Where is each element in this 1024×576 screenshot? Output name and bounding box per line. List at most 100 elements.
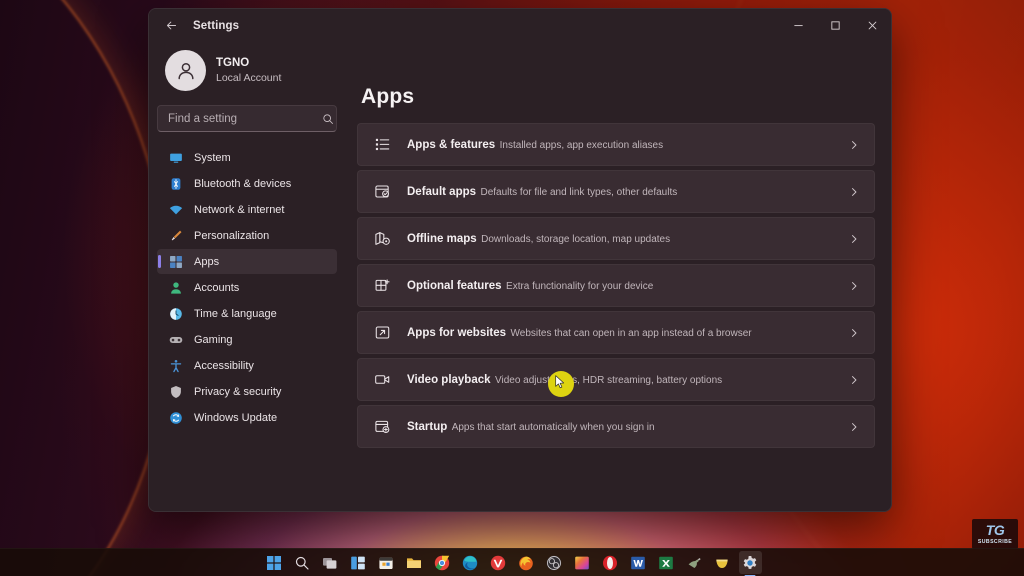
window-controls — [780, 9, 891, 42]
chevron-right-icon[interactable] — [848, 186, 860, 198]
paintbrush-icon — [169, 229, 183, 243]
settings-row-apps-features[interactable]: Apps & features Installed apps, app exec… — [357, 123, 875, 166]
monitor-icon — [169, 151, 183, 165]
video-camera-icon — [374, 371, 391, 388]
sidebar-item-bluetooth-devices[interactable]: Bluetooth & devices — [157, 171, 337, 196]
taskbar — [0, 548, 1024, 576]
sidebar-item-accessibility[interactable]: Accessibility — [157, 353, 337, 378]
sidebar-item-label: Network & internet — [194, 203, 285, 216]
obs-button[interactable] — [543, 551, 566, 574]
row-text: Apps & features Installed apps, app exec… — [407, 135, 832, 153]
sidebar-item-system[interactable]: System — [157, 145, 337, 170]
clock-globe-icon — [169, 307, 183, 321]
sidebar-item-windows-update[interactable]: Windows Update — [157, 405, 337, 430]
settings-row-video-playback[interactable]: Video playback Video adjustments, HDR st… — [357, 358, 875, 401]
window-link-icon — [374, 324, 391, 341]
task-view-icon — [323, 557, 337, 569]
word-button[interactable] — [627, 551, 650, 574]
sidebar-item-label: Windows Update — [194, 411, 278, 424]
row-subtitle: Downloads, storage location, map updates — [481, 234, 671, 246]
settings-row-offline-maps[interactable]: Offline maps Downloads, storage location… — [357, 217, 875, 260]
back-arrow-icon — [166, 21, 176, 30]
app-button-17[interactable] — [711, 551, 734, 574]
chevron-right-icon[interactable] — [848, 233, 860, 245]
sidebar-item-label: Apps — [194, 255, 220, 268]
update-arrows-icon — [169, 411, 183, 425]
settings-window: Settings TGNO Local Account Find a setti… — [148, 8, 892, 512]
search-taskbar-button[interactable] — [291, 551, 314, 574]
row-title: Startup — [407, 421, 448, 434]
sidebar-item-gaming[interactable]: Gaming — [157, 327, 337, 352]
mouse-pointer-icon — [555, 375, 565, 389]
minimize-button[interactable] — [780, 9, 817, 42]
row-subtitle: Defaults for file and link types, other … — [480, 187, 678, 199]
opera-button[interactable] — [599, 551, 622, 574]
close-button[interactable] — [854, 9, 891, 42]
app-button-16[interactable] — [683, 551, 706, 574]
sidebar-item-accounts[interactable]: Accounts — [157, 275, 337, 300]
chevron-right-icon[interactable] — [848, 327, 860, 339]
account-text: TGNO Local Account — [216, 56, 281, 86]
sidebar-item-label: Privacy & security — [194, 385, 282, 398]
main-pane: Apps Apps & features Installed apps, app… — [345, 42, 891, 511]
word-icon — [631, 556, 645, 569]
maximize-icon — [831, 21, 840, 30]
search-icon — [322, 113, 334, 125]
bluetooth-icon — [169, 177, 183, 191]
row-text: Default apps Defaults for file and link … — [407, 182, 832, 200]
file-explorer-button[interactable] — [403, 551, 426, 574]
microsoft-store-button[interactable] — [375, 551, 398, 574]
row-title: Offline maps — [407, 233, 477, 246]
vivaldi-icon — [490, 555, 506, 570]
firefox-icon — [519, 556, 533, 570]
window-plus-icon — [374, 418, 391, 435]
row-title: Optional features — [407, 280, 502, 293]
photos-button[interactable] — [571, 551, 594, 574]
vivaldi-button[interactable] — [487, 551, 510, 574]
sidebar-item-network-internet[interactable]: Network & internet — [157, 197, 337, 222]
search-input[interactable] — [168, 112, 322, 125]
window-body: TGNO Local Account Find a setting System… — [149, 42, 891, 511]
folder-icon — [407, 557, 421, 568]
start-button[interactable] — [263, 551, 286, 574]
chrome-button[interactable] — [431, 551, 454, 574]
window-titlebar: Settings — [149, 9, 891, 42]
account-name: TGNO — [216, 56, 250, 69]
row-title: Apps & features — [407, 139, 496, 152]
back-button[interactable] — [158, 13, 184, 39]
opera-icon — [603, 555, 617, 570]
chevron-right-icon[interactable] — [848, 139, 860, 151]
firefox-button[interactable] — [515, 551, 538, 574]
row-subtitle: Websites that can open in an app instead… — [510, 328, 752, 340]
settings-taskbar-button[interactable] — [738, 551, 762, 574]
settings-row-optional-features[interactable]: Optional features Extra functionality fo… — [357, 264, 875, 307]
excel-button[interactable] — [655, 551, 678, 574]
chevron-right-icon[interactable] — [848, 374, 860, 386]
accessibility-icon — [169, 359, 183, 373]
settings-row-startup[interactable]: Startup Apps that start automatically wh… — [357, 405, 875, 448]
account-block[interactable]: TGNO Local Account — [157, 42, 337, 103]
maximize-button[interactable] — [817, 9, 854, 42]
photos-icon — [575, 556, 589, 569]
widgets-button[interactable] — [347, 551, 370, 574]
chevron-right-icon[interactable] — [848, 421, 860, 433]
settings-row-default-apps[interactable]: Default apps Defaults for file and link … — [357, 170, 875, 213]
sidebar-item-time-language[interactable]: Time & language — [157, 301, 337, 326]
store-icon — [379, 557, 393, 569]
chevron-right-icon[interactable] — [848, 280, 860, 292]
sidebar-item-personalization[interactable]: Personalization — [157, 223, 337, 248]
sidebar-item-label: Bluetooth & devices — [194, 177, 292, 190]
list-bullets-icon — [374, 136, 391, 153]
task-view-button[interactable] — [319, 551, 342, 574]
row-text: Startup Apps that start automatically wh… — [407, 417, 832, 435]
search-box[interactable] — [157, 105, 337, 132]
avatar — [165, 50, 206, 91]
generic-app-icon — [716, 559, 728, 568]
row-subtitle: Extra functionality for your device — [506, 281, 654, 293]
settings-row-apps-for-websites[interactable]: Apps for websites Websites that can open… — [357, 311, 875, 354]
edge-button[interactable] — [459, 551, 482, 574]
sidebar-nav-list: System Bluetooth & devices Network & int… — [157, 145, 337, 430]
sidebar-item-apps[interactable]: Apps — [157, 249, 337, 274]
sidebar-item-privacy-security[interactable]: Privacy & security — [157, 379, 337, 404]
obs-icon — [546, 555, 562, 570]
